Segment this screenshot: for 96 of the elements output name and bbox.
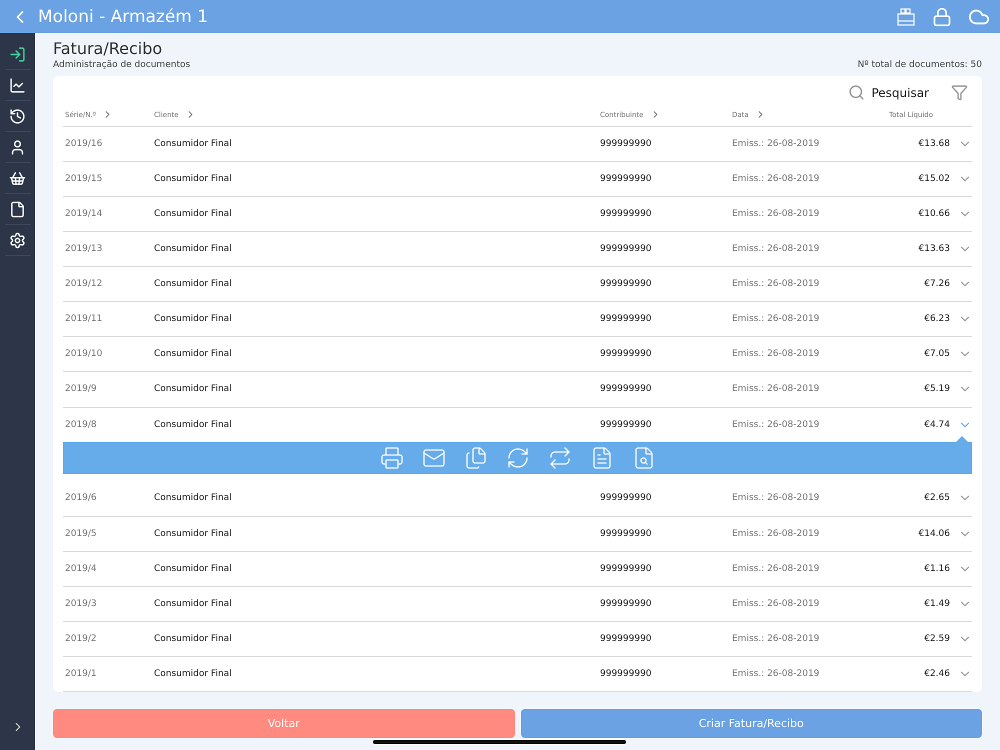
table-cell-text: Emiss.: 26-08-2019 bbox=[731, 493, 820, 504]
table-cell-text: 2019/16 bbox=[64, 138, 104, 149]
table-cell-text: 999999990 bbox=[599, 244, 653, 254]
printer-icon[interactable] bbox=[380, 446, 404, 470]
table-cell-text: €6.23 bbox=[923, 314, 950, 324]
table-cell-text: Consumidor Final bbox=[153, 174, 233, 184]
table-cell-text: 999999990 bbox=[599, 208, 653, 219]
table-cell-text: Emiss.: 26-08-2019 bbox=[731, 174, 820, 184]
table-cell-text: €2.46 bbox=[923, 668, 950, 679]
action-button[interactable]: Criar Fatura/Recibo bbox=[520, 709, 982, 738]
document-icon[interactable] bbox=[9, 200, 26, 218]
table-cell-text: Consumidor Final bbox=[153, 564, 233, 574]
table-cell-text: Emiss.: 26-08-2019 bbox=[731, 564, 820, 574]
table-cell-text: €10.66 bbox=[918, 208, 950, 219]
table-cell-text: Emiss.: 26-08-2019 bbox=[731, 420, 820, 430]
table-cell-text: Emiss.: 26-08-2019 bbox=[731, 279, 820, 290]
table-cell-text: 2019/5 bbox=[64, 528, 98, 539]
table-cell-text: Consumidor Final bbox=[153, 208, 233, 219]
table-cell-text: 2019/14 bbox=[64, 208, 104, 219]
table-cell-text: 2019/6 bbox=[64, 493, 98, 504]
table-cell-text: 999999990 bbox=[599, 493, 653, 504]
table-cell-text: Consumidor Final bbox=[153, 634, 233, 644]
chart-icon[interactable] bbox=[9, 76, 26, 94]
table-cell-text: Consumidor Final bbox=[153, 138, 233, 149]
table-cell-text: 999999990 bbox=[599, 668, 653, 679]
table-cell-text: €1.16 bbox=[923, 564, 950, 574]
table-cell-text: Emiss.: 26-08-2019 bbox=[731, 208, 820, 219]
table-cell-text: €7.26 bbox=[923, 279, 950, 290]
table-cell-text: Emiss.: 26-08-2019 bbox=[731, 668, 820, 679]
table-cell-text: 999999990 bbox=[599, 279, 653, 290]
window-title: Moloni - Armazém 1 bbox=[38, 6, 210, 26]
filter-icon[interactable] bbox=[951, 84, 968, 102]
table-cell-text: €13.68 bbox=[918, 138, 950, 149]
basket-icon[interactable] bbox=[9, 170, 26, 186]
table-cell-text: Consumidor Final bbox=[153, 598, 233, 609]
refresh-icon[interactable] bbox=[506, 446, 530, 470]
table-cell-text: 999999990 bbox=[599, 634, 653, 644]
table-cell-text: 2019/4 bbox=[64, 564, 98, 574]
search-icon bbox=[848, 84, 866, 102]
table-cell-text: 2019/3 bbox=[64, 598, 98, 609]
table-cell-text: 999999990 bbox=[599, 384, 653, 394]
table-cell-text: Consumidor Final bbox=[153, 279, 233, 290]
table-cell-text: Emiss.: 26-08-2019 bbox=[731, 314, 820, 324]
table-cell-text: Emiss.: 26-08-2019 bbox=[731, 384, 820, 394]
settings-icon[interactable] bbox=[9, 232, 26, 248]
table-cell-text: Emiss.: 26-08-2019 bbox=[731, 138, 820, 149]
table-cell-text: Emiss.: 26-08-2019 bbox=[731, 528, 820, 539]
table-cell-text: Consumidor Final bbox=[153, 314, 233, 324]
table-cell-text: Consumidor Final bbox=[153, 349, 233, 360]
history-icon[interactable] bbox=[9, 108, 26, 124]
page-title: Fatura/Recibo bbox=[53, 39, 164, 58]
table-cell-text: 2019/13 bbox=[64, 244, 104, 254]
table-cell-text: Emiss.: 26-08-2019 bbox=[731, 634, 820, 644]
table-cell-text: 999999990 bbox=[599, 349, 653, 360]
search-button[interactable]: Pesquisar bbox=[848, 84, 929, 102]
exit-icon[interactable] bbox=[9, 46, 26, 62]
table-cell-text: 999999990 bbox=[599, 174, 653, 184]
table-cell-text: 2019/9 bbox=[64, 384, 98, 394]
page-subtitle: Administração de documentos bbox=[53, 60, 190, 70]
table-cell-text: 2019/12 bbox=[64, 279, 104, 290]
table-cell-text: 2019/1 bbox=[64, 668, 98, 679]
table-cell-text: Consumidor Final bbox=[153, 493, 233, 504]
table-cell-text: €5.19 bbox=[923, 384, 950, 394]
table-cell-text: Consumidor Final bbox=[153, 384, 233, 394]
user-icon[interactable] bbox=[9, 138, 26, 156]
lock-icon[interactable] bbox=[932, 6, 952, 26]
table-cell-text: €14.06 bbox=[918, 528, 950, 539]
cash-register-icon[interactable] bbox=[896, 6, 916, 26]
table-cell-text: 2019/10 bbox=[64, 349, 104, 360]
table-cell-text: 2019/11 bbox=[64, 314, 104, 324]
table-cell-text: €7.05 bbox=[923, 349, 950, 360]
table-cell-text: €4.74 bbox=[923, 420, 950, 430]
table-cell-text: Consumidor Final bbox=[153, 668, 233, 679]
table-cell-text: €13.63 bbox=[918, 244, 950, 254]
table-cell-text: Consumidor Final bbox=[153, 420, 233, 430]
table-cell-text: €15.02 bbox=[918, 174, 950, 184]
table-cell-text: €1.49 bbox=[923, 598, 950, 609]
table-cell-text: 2019/8 bbox=[64, 420, 98, 430]
table-cell-text: 999999990 bbox=[599, 528, 653, 539]
table-cell-text: Emiss.: 26-08-2019 bbox=[731, 244, 820, 254]
table-cell-text: Emiss.: 26-08-2019 bbox=[731, 598, 820, 609]
files-icon[interactable] bbox=[464, 446, 488, 470]
table-cell-text: 999999990 bbox=[599, 420, 653, 430]
table-cell-text: Emiss.: 26-08-2019 bbox=[731, 349, 820, 360]
table-cell-text: €2.65 bbox=[923, 493, 950, 504]
table-cell-text: 999999990 bbox=[599, 564, 653, 574]
table-cell-text: Consumidor Final bbox=[153, 528, 233, 539]
table-cell-text: 999999990 bbox=[599, 598, 653, 609]
table-cell-text: Consumidor Final bbox=[153, 244, 233, 254]
document-count: Nº total de documentos: 50 bbox=[858, 60, 982, 70]
table-cell-text: €2.59 bbox=[923, 634, 950, 644]
table-cell-text: 999999990 bbox=[599, 314, 653, 324]
swap-icon[interactable] bbox=[548, 446, 572, 470]
table-cell-text: 2019/2 bbox=[64, 634, 98, 644]
table-cell-text: 999999990 bbox=[599, 138, 653, 149]
table-cell-text: 2019/15 bbox=[64, 174, 104, 184]
